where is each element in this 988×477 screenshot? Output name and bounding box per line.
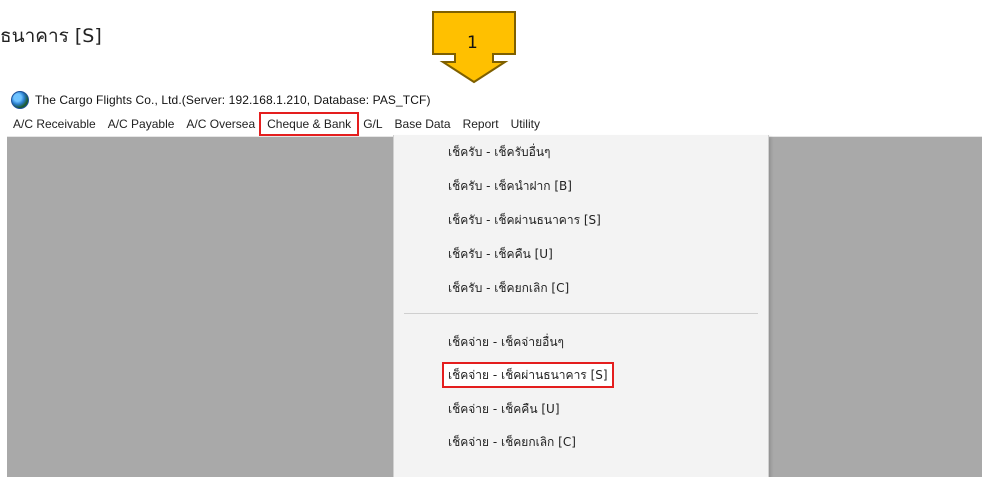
menu-item-receive-returned[interactable]: เช็ครับ - เช็คคืน [U] <box>444 243 557 265</box>
title-bar: The Cargo Flights Co., Ltd.(Server: 192.… <box>7 88 982 112</box>
menu-item-pay-returned[interactable]: เช็คจ่าย - เช็คคืน [U] <box>444 398 564 420</box>
menu-ac-payable[interactable]: A/C Payable <box>102 114 181 134</box>
menu-item-pay-cleared[interactable]: เช็คจ่าย - เช็คผ่านธนาคาร [S] <box>442 362 614 388</box>
globe-icon <box>11 91 29 109</box>
menu-item-pay-cancelled[interactable]: เช็คจ่าย - เช็คยกเลิก [C] <box>444 431 580 453</box>
menu-ac-receivable[interactable]: A/C Receivable <box>7 114 102 134</box>
menu-cheque-bank[interactable]: Cheque & Bank <box>259 112 360 136</box>
menu-utility[interactable]: Utility <box>505 114 546 134</box>
menu-item-receive-other[interactable]: เช็ครับ - เช็ครับอื่นๆ <box>444 141 555 163</box>
menu-bar: A/C Receivable A/C Payable A/C Oversea C… <box>7 112 982 137</box>
menu-gl[interactable]: G/L <box>357 114 388 134</box>
menu-separator <box>404 313 758 314</box>
menu-report[interactable]: Report <box>457 114 505 134</box>
app-window: The Cargo Flights Co., Ltd.(Server: 192.… <box>7 88 982 477</box>
menu-base-data[interactable]: Base Data <box>389 114 457 134</box>
menu-item-pay-other[interactable]: เช็คจ่าย - เช็คจ่ายอื่นๆ <box>444 331 568 353</box>
menu-item-receive-cleared[interactable]: เช็ครับ - เช็คผ่านธนาคาร [S] <box>444 209 605 231</box>
callout-label-1: 1 <box>467 33 478 53</box>
cheque-bank-dropdown: เช็ครับ - เช็ครับอื่นๆ เช็ครับ - เช็คนำฝ… <box>393 135 769 477</box>
page-heading: ธนาคาร [S] <box>0 25 102 47</box>
menu-item-receive-deposit[interactable]: เช็ครับ - เช็คนำฝาก [B] <box>444 175 576 197</box>
window-title: The Cargo Flights Co., Ltd.(Server: 192.… <box>35 93 431 107</box>
menu-item-receive-cancelled[interactable]: เช็ครับ - เช็คยกเลิก [C] <box>444 277 573 299</box>
menu-ac-oversea[interactable]: A/C Oversea <box>180 114 261 134</box>
